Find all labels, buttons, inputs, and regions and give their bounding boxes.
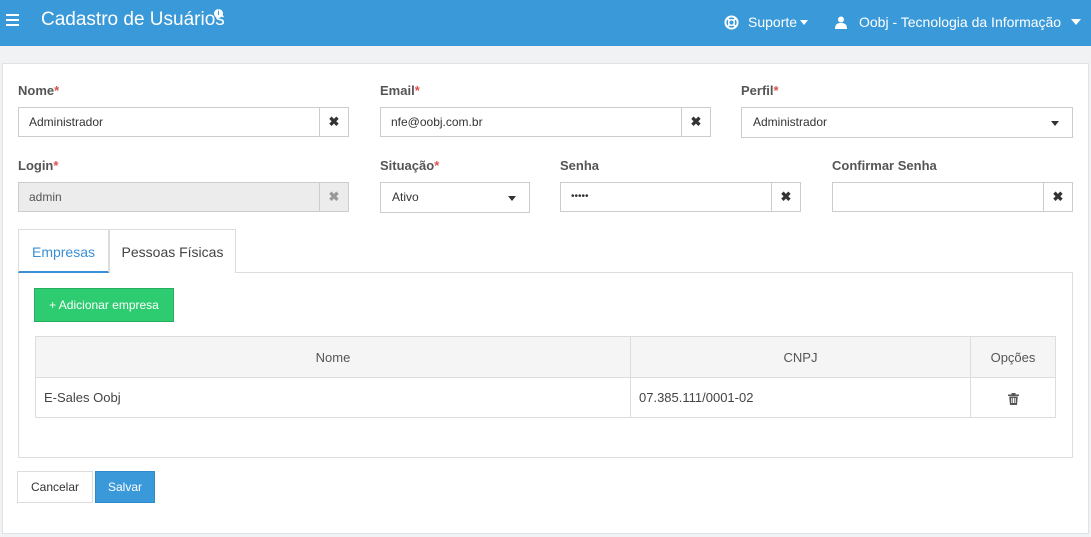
chevron-down-icon xyxy=(1071,19,1082,25)
login-label: Login* xyxy=(18,158,59,173)
perfil-select[interactable]: Administrador xyxy=(741,107,1073,138)
save-button[interactable]: Salvar xyxy=(95,471,155,503)
cell-nome: E-Sales Oobj xyxy=(35,377,631,418)
senha-input[interactable]: ••••• xyxy=(560,182,772,212)
tab-pessoas-fisicas[interactable]: Pessoas Físicas xyxy=(109,229,236,273)
situacao-label: Situação* xyxy=(380,158,440,173)
empresas-table: Nome CNPJ Opções E-Sales Oobj 07.385.111… xyxy=(35,336,1056,418)
hamburger-icon[interactable] xyxy=(6,14,19,26)
email-clear-button[interactable]: ✖ xyxy=(681,107,711,137)
situacao-select[interactable]: Ativo xyxy=(380,182,530,213)
confirmar-senha-label: Confirmar Senha xyxy=(832,158,937,173)
confirmar-senha-clear-button[interactable]: ✖ xyxy=(1043,182,1073,212)
confirmar-senha-input[interactable] xyxy=(832,182,1044,212)
table-row: E-Sales Oobj 07.385.111/0001-02 xyxy=(35,377,1056,418)
login-input: admin xyxy=(18,182,320,212)
user-label: Oobj - Tecnologia da Informação xyxy=(859,14,1062,30)
table-header-row: Nome CNPJ Opções xyxy=(35,336,1056,378)
nome-clear-button[interactable]: ✖ xyxy=(319,107,349,137)
cell-cnpj: 07.385.111/0001-02 xyxy=(630,377,971,418)
chevron-down-icon xyxy=(508,196,516,201)
add-empresa-button[interactable]: + Adicionar empresa xyxy=(34,288,174,322)
user-menu[interactable]: Oobj - Tecnologia da Informação xyxy=(835,12,1082,32)
top-bar: Cadastro de Usuários i Suporte Oobj - Te… xyxy=(0,0,1091,46)
tab-empresas[interactable]: Empresas xyxy=(18,229,109,273)
situacao-value: Ativo xyxy=(392,190,419,204)
nome-input[interactable]: Administrador xyxy=(18,107,320,137)
senha-label: Senha xyxy=(560,158,600,173)
lifebuoy-icon xyxy=(724,14,739,30)
email-input[interactable]: nfe@oobj.com.br xyxy=(380,107,682,137)
login-clear-button: ✖ xyxy=(319,182,349,212)
senha-clear-button[interactable]: ✖ xyxy=(771,182,801,212)
support-label: Suporte xyxy=(748,14,798,30)
support-menu[interactable]: Suporte xyxy=(724,12,809,32)
email-label: Email* xyxy=(380,83,420,98)
page-title: Cadastro de Usuários xyxy=(41,9,225,30)
column-header-nome[interactable]: Nome xyxy=(35,336,631,378)
perfil-value: Administrador xyxy=(753,115,828,129)
perfil-label: Perfil* xyxy=(741,83,779,98)
cell-opcoes xyxy=(970,377,1056,418)
info-icon[interactable]: i xyxy=(214,9,223,18)
cancel-button[interactable]: Cancelar xyxy=(17,471,93,503)
trash-icon[interactable] xyxy=(1007,392,1019,405)
column-header-cnpj[interactable]: CNPJ xyxy=(630,336,971,378)
user-icon xyxy=(835,16,847,29)
column-header-opcoes: Opções xyxy=(970,336,1056,378)
chevron-down-icon xyxy=(1051,121,1059,126)
chevron-down-icon xyxy=(800,19,809,25)
nome-label: Nome* xyxy=(18,83,60,98)
